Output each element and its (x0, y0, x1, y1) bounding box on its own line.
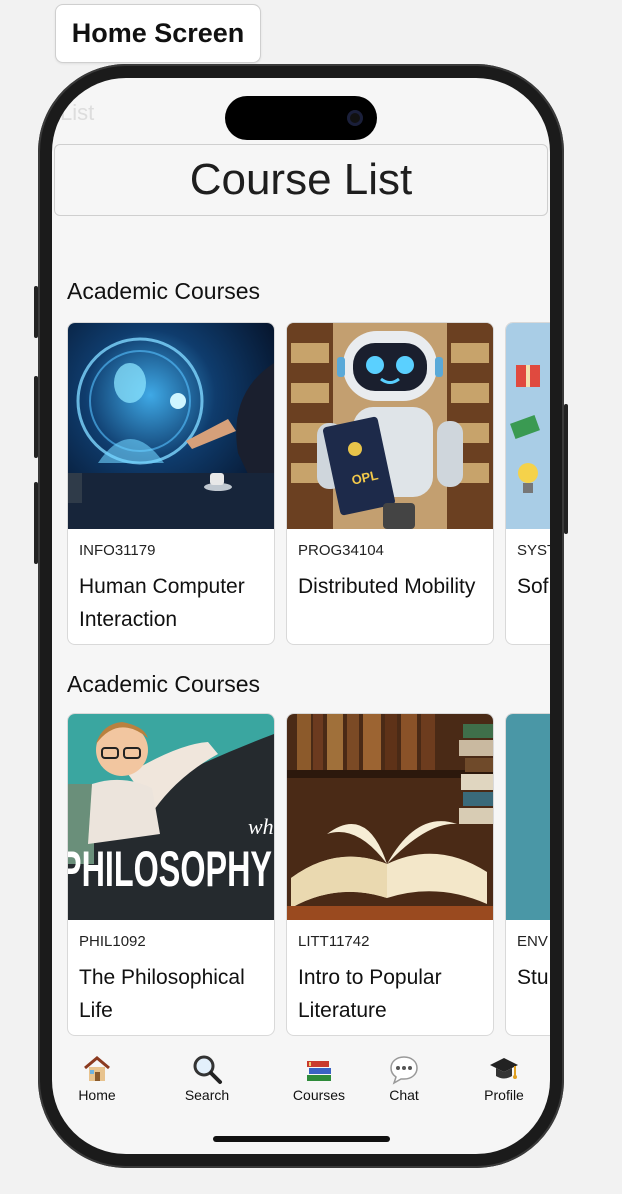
action-button (34, 286, 38, 338)
course-image-software (506, 323, 550, 529)
course-card[interactable]: SYST Sof Eng (505, 322, 550, 645)
course-card[interactable]: PHILOSOPHY wh PHIL1092 The Philosophical… (67, 713, 275, 1036)
books-icon (279, 1053, 359, 1089)
power-button (564, 404, 568, 534)
nav-label: Courses (292, 1087, 346, 1103)
background-ghost-text: List (60, 100, 95, 125)
page-header: Course List (54, 144, 548, 216)
course-code: PHIL1092 (79, 933, 146, 950)
course-title: Human Computer Interaction (79, 575, 245, 631)
course-image-hci (68, 323, 274, 529)
course-carousel[interactable]: PHILOSOPHY wh PHIL1092 The Philosophical… (67, 713, 550, 1038)
course-title: Distributed Mobility (298, 575, 476, 598)
nav-item-home[interactable]: Home (57, 1053, 137, 1103)
magnifier-icon (167, 1053, 247, 1089)
course-title: The Philosophical Life (79, 966, 245, 1022)
philosophy-image-subtext: wh (248, 814, 274, 839)
course-carousel[interactable]: INFO31179 Human Computer Interaction OPL… (67, 322, 550, 647)
course-card[interactable]: OPL PROG34104 Distributed Mobility (286, 322, 494, 645)
course-title: Stu in E (517, 966, 550, 989)
section-title: Academic Courses (67, 278, 261, 304)
camera-icon (347, 110, 363, 126)
course-image-philosophy: PHILOSOPHY wh (68, 714, 274, 920)
home-indicator[interactable] (213, 1136, 390, 1142)
speech-bubble-icon (364, 1053, 444, 1089)
course-code: SYST (517, 542, 550, 559)
app-screen: List Course List Academic Courses INFO31… (52, 78, 550, 1154)
nav-label: Profile (484, 1087, 524, 1103)
volume-up-button (34, 376, 38, 458)
course-title: Sof Eng (517, 575, 550, 598)
course-title: Intro to Popular Literature (298, 966, 442, 1022)
course-image-robot: OPL (287, 323, 493, 529)
course-image-books (287, 714, 493, 920)
phone-frame: List Course List Academic Courses INFO31… (34, 64, 568, 1168)
nav-label: Chat (389, 1087, 419, 1103)
nav-item-courses[interactable]: Courses (279, 1053, 359, 1103)
nav-item-profile[interactable]: Profile (464, 1053, 544, 1103)
bottom-nav: Home Search Courses Chat Profile (52, 1053, 550, 1133)
course-code: ENV (517, 933, 548, 950)
nav-item-chat[interactable]: Chat (364, 1053, 444, 1103)
section-title: Academic Courses (67, 671, 261, 697)
course-card[interactable]: INFO31179 Human Computer Interaction (67, 322, 275, 645)
course-code: PROG34104 (298, 542, 384, 559)
course-card[interactable]: LITT11742 Intro to Popular Literature (286, 713, 494, 1036)
graduation-cap-icon (464, 1053, 544, 1089)
nav-label: Search (184, 1087, 230, 1103)
dynamic-island (225, 96, 377, 140)
course-code: LITT11742 (298, 933, 370, 950)
philosophy-image-text: PHILOSOPHY (68, 841, 272, 897)
house-icon (57, 1053, 137, 1089)
course-code: INFO31179 (79, 542, 156, 559)
volume-down-button (34, 482, 38, 564)
course-card[interactable]: ENV Stu in E (505, 713, 550, 1036)
page-title: Course List (189, 155, 413, 204)
frame-label: Home Screen (55, 4, 261, 63)
course-image-environment (506, 714, 550, 920)
nav-label: Home (78, 1087, 116, 1103)
nav-item-search[interactable]: Search (167, 1053, 247, 1103)
